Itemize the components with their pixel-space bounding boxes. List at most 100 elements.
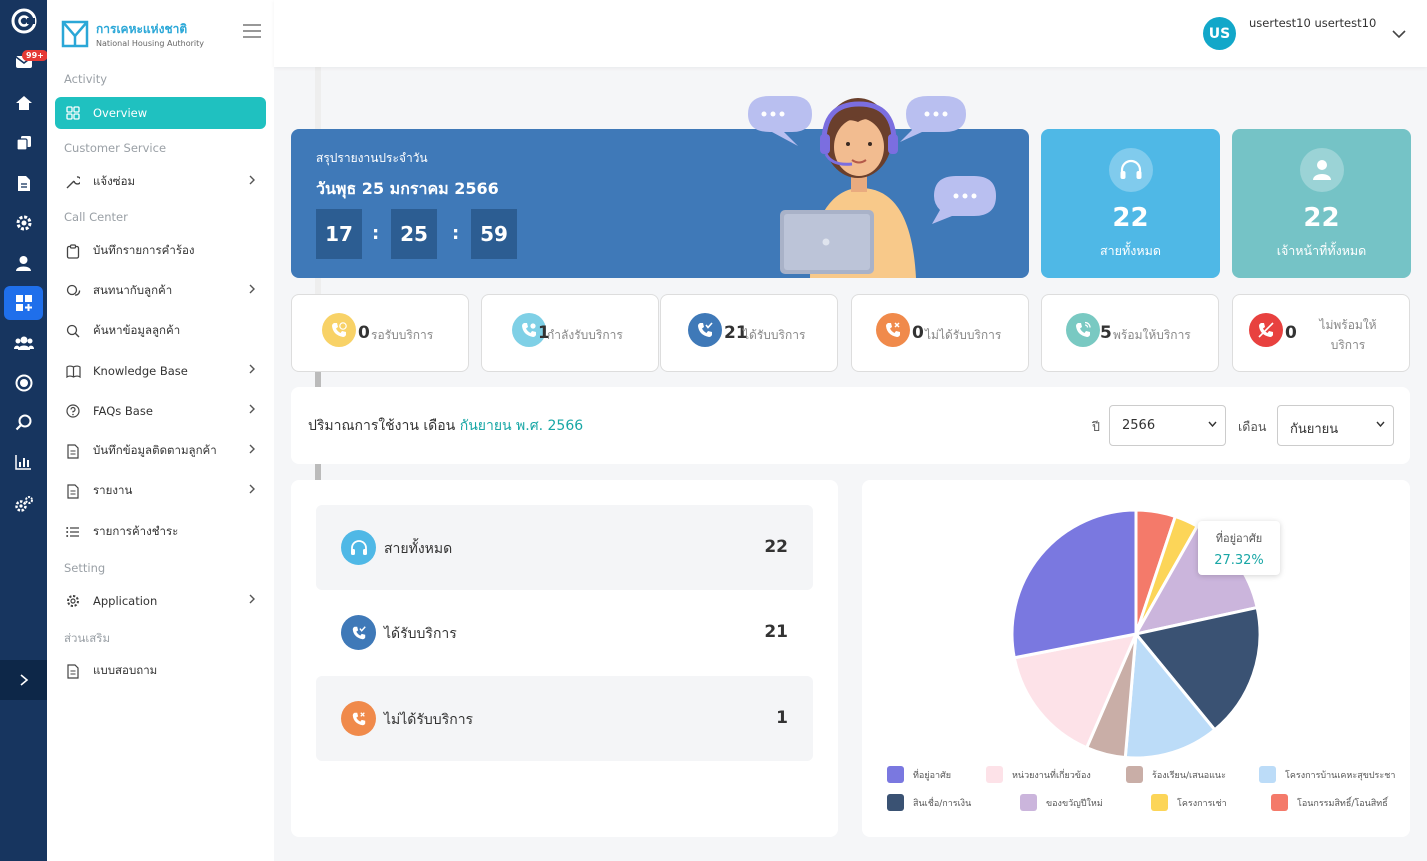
sidebar-item-overview[interactable]: Overview: [55, 97, 266, 129]
sidebar-item-customer-search[interactable]: ค้นหาข้อมูลลูกค้า: [55, 315, 266, 347]
sidebar-item-overdue[interactable]: รายการค้างชำระ: [55, 516, 266, 548]
user-name[interactable]: usertest10 usertest10: [1249, 16, 1376, 30]
finance-icon[interactable]: [0, 366, 47, 400]
summary-row-not-served: ไม่ได้รับบริการ 1: [316, 676, 813, 761]
month-select[interactable]: กันยายน: [1277, 405, 1394, 446]
status-card-waiting[interactable]: 0 รอรับบริการ: [291, 294, 469, 372]
summary-label: ไม่ได้รับบริการ: [384, 712, 474, 728]
expand-rail-button[interactable]: [0, 660, 47, 700]
status-card-in-service[interactable]: 1 กำลังรับบริการ: [481, 294, 659, 372]
user-icon[interactable]: [0, 246, 47, 280]
chevron-right-icon: [249, 284, 255, 294]
pie-slice[interactable]: [1010, 508, 1138, 660]
chevron-right-icon: [249, 404, 255, 414]
usage-title-prefix: ปริมาณการใช้งาน เดือน: [308, 418, 456, 434]
icon-rail: 99+: [0, 0, 48, 861]
group-icon[interactable]: [0, 326, 47, 360]
clock-separator: :: [372, 223, 380, 244]
legend-label: โครงการเช่า: [1177, 798, 1227, 809]
summary-label: ได้รับบริการ: [384, 626, 457, 642]
sidebar-item-faqs[interactable]: FAQs Base: [55, 395, 266, 427]
legend-swatch: [887, 794, 904, 811]
sidebar-item-label: รายงาน: [93, 483, 133, 497]
sidebar-item-knowledge-base[interactable]: Knowledge Base: [55, 355, 266, 387]
month-value: กันยายน: [1290, 422, 1339, 437]
sidebar-item-request-log[interactable]: บันทึกรายการคำร้อง: [55, 235, 266, 267]
top-bar: US usertest10 usertest10: [274, 0, 1427, 67]
stat-label: สายทั้งหมด: [1100, 243, 1161, 258]
status-card-not-ready[interactable]: 0 ไม่พร้อมให้บริการ: [1232, 294, 1410, 372]
status-value: 5: [1100, 323, 1112, 343]
sidebar-item-repair[interactable]: แจ้งซ่อม: [55, 166, 266, 198]
legend-item[interactable]: โครงการเช่า: [1151, 794, 1227, 811]
menu-toggle-button[interactable]: [242, 23, 262, 42]
summary-row-total: สายทั้งหมด 22: [316, 505, 813, 590]
status-value: 0: [1285, 323, 1297, 343]
phone-ready-icon: [1066, 313, 1100, 347]
status-label: ไม่พร้อมให้บริการ: [1319, 318, 1377, 352]
legend-item[interactable]: โครงการบ้านเคหะสุขประชา: [1259, 766, 1395, 783]
year-select[interactable]: 2566: [1109, 405, 1226, 446]
legend-swatch: [1151, 794, 1168, 811]
avatar[interactable]: US: [1203, 17, 1236, 50]
phone-off-icon: [1249, 313, 1283, 347]
section-call-center: Call Center: [64, 210, 128, 224]
sidebar-item-followup[interactable]: บันทึกข้อมูลติดตามลูกค้า: [55, 435, 266, 467]
usage-filter-bar: ปริมาณการใช้งาน เดือน กันยายน พ.ศ. 2566 …: [291, 387, 1410, 464]
dashboard-icon[interactable]: [4, 286, 43, 320]
category-pie-chart[interactable]: [862, 480, 1410, 770]
sidebar-item-application[interactable]: Application: [55, 585, 266, 617]
brand-logo[interactable]: การเคหะแห่งชาติ National Housing Authori…: [61, 20, 204, 48]
user-menu-button[interactable]: [1392, 24, 1406, 43]
status-value: 0: [358, 323, 370, 343]
month-label: เดือน: [1238, 419, 1267, 434]
status-card-served[interactable]: 21 ได้รับบริการ: [660, 294, 838, 372]
status-card-ready[interactable]: 5 พร้อมให้บริการ: [1041, 294, 1219, 372]
legend-item[interactable]: โอนกรรมสิทธิ์/โอนสิทธิ์: [1271, 794, 1388, 811]
settings-icon[interactable]: [0, 206, 47, 240]
usage-title: ปริมาณการใช้งาน เดือน กันยายน พ.ศ. 2566: [308, 415, 583, 437]
app-logo-icon[interactable]: [0, 4, 47, 38]
legend-swatch: [887, 766, 904, 783]
phone-missed-icon: [341, 701, 376, 736]
status-card-not-served[interactable]: 0 ไม่ได้รับบริการ: [851, 294, 1029, 372]
chat-icon: [65, 283, 81, 299]
chart-icon[interactable]: [0, 445, 47, 479]
legend-label: ที่อยู่อาศัย: [913, 770, 952, 781]
nha-logo-icon: [61, 20, 89, 48]
legend-item[interactable]: สินเชื่อ/การเงิน: [887, 794, 971, 811]
chevron-down-icon: [1392, 30, 1406, 39]
file-icon[interactable]: [0, 166, 47, 200]
phone-wait-icon: [322, 313, 356, 347]
report-icon: [65, 483, 81, 499]
legend-label: หน่วยงานที่เกี่ยวข้อง: [1012, 770, 1091, 781]
sidebar-item-label: Overview: [93, 106, 148, 120]
gears-icon[interactable]: [0, 487, 47, 521]
legend-swatch: [1020, 794, 1037, 811]
sidebar-item-survey[interactable]: แบบสอบถาม: [55, 655, 266, 687]
sidebar-item-label: FAQs Base: [93, 404, 153, 418]
wrench-icon: [65, 174, 81, 190]
legend-swatch: [986, 766, 1003, 783]
home-icon[interactable]: [0, 86, 47, 120]
legend-label: สินเชื่อ/การเงิน: [913, 798, 972, 809]
chevron-right-icon: [249, 444, 255, 454]
search-icon[interactable]: [0, 405, 47, 439]
legend-item[interactable]: ของขวัญปีใหม่: [1020, 794, 1103, 811]
sidebar-item-label: แบบสอบถาม: [93, 663, 158, 677]
copy-icon[interactable]: [0, 126, 47, 160]
brand-name-th: การเคหะแห่งชาติ: [96, 22, 188, 36]
sidebar-item-label: Knowledge Base: [93, 364, 188, 378]
legend-swatch: [1271, 794, 1288, 811]
sidebar-item-chat[interactable]: สนทนากับลูกค้า: [55, 275, 266, 307]
stat-card-total-staff: 22 เจ้าหน้าที่ทั้งหมด: [1232, 129, 1411, 278]
chevron-right-icon: [19, 674, 28, 686]
sidebar-item-reports[interactable]: รายงาน: [55, 475, 266, 507]
legend-item[interactable]: ร้องเรียน/เสนอแนะ: [1126, 766, 1226, 783]
summary-value: 22: [764, 537, 788, 557]
sidebar-item-label: Application: [93, 594, 158, 608]
legend-item[interactable]: ที่อยู่อาศัย: [887, 766, 951, 783]
clock-separator: :: [452, 223, 460, 244]
headset-icon: [341, 530, 376, 565]
legend-item[interactable]: หน่วยงานที่เกี่ยวข้อง: [986, 766, 1091, 783]
